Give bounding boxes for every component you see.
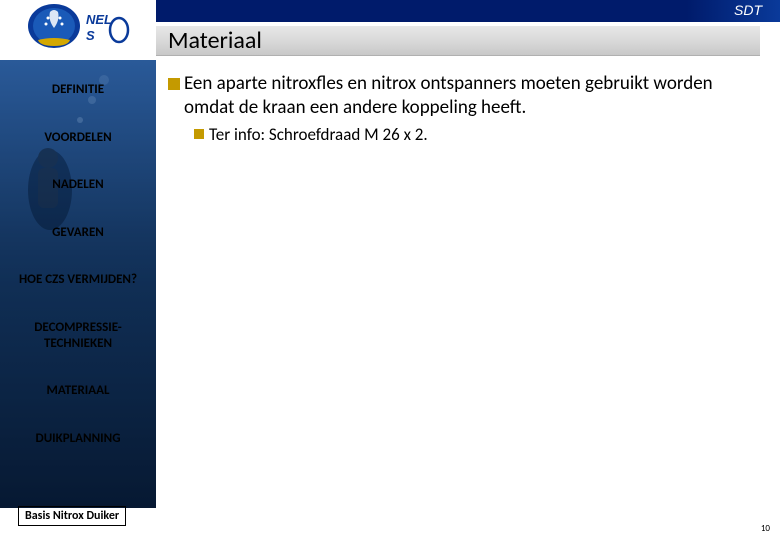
sdt-label: SDT [734,2,762,18]
sub-bullet: Ter info: Schroefdraad M 26 x 2. [194,124,764,145]
sidebar-item-materiaal[interactable]: MATERIAAL [0,379,156,403]
sidebar-nav: DEFINITIE VOORDELEN NADELEN GEVAREN HOE … [0,60,156,450]
page-title: Materiaal [168,26,262,55]
sidebar: DEFINITIE VOORDELEN NADELEN GEVAREN HOE … [0,60,156,508]
footer-box: Basis Nitrox Duiker [18,506,126,526]
page-number: 10 [761,523,770,534]
title-bar: Materiaal [156,26,760,56]
sidebar-item-hoe-czs[interactable]: HOE CZS VERMIJDEN? [0,268,156,292]
sidebar-item-nadelen[interactable]: NADELEN [0,173,156,197]
svg-text:NEL: NEL [86,12,112,27]
sidebar-item-decompressie[interactable]: DECOMPRESSIE-TECHNIEKEN [0,316,156,355]
sidebar-item-duikplanning[interactable]: DUIKPLANNING [0,427,156,451]
nelos-logo: NEL S [24,2,132,58]
bullet-icon [194,129,204,139]
sidebar-item-definitie[interactable]: DEFINITIE [0,78,156,102]
content-area: Een aparte nitroxfles en nitrox ontspann… [168,72,764,145]
sub-bullet-text: Ter info: Schroefdraad M 26 x 2. [209,124,428,145]
bullet-icon [168,78,180,90]
main-bullet: Een aparte nitroxfles en nitrox ontspann… [168,72,764,120]
sidebar-item-voordelen[interactable]: VOORDELEN [0,126,156,150]
svg-text:S: S [86,28,95,43]
top-bar: SDT [156,0,780,22]
main-bullet-text: Een aparte nitroxfles en nitrox ontspann… [184,72,764,120]
sidebar-item-gevaren[interactable]: GEVAREN [0,221,156,245]
